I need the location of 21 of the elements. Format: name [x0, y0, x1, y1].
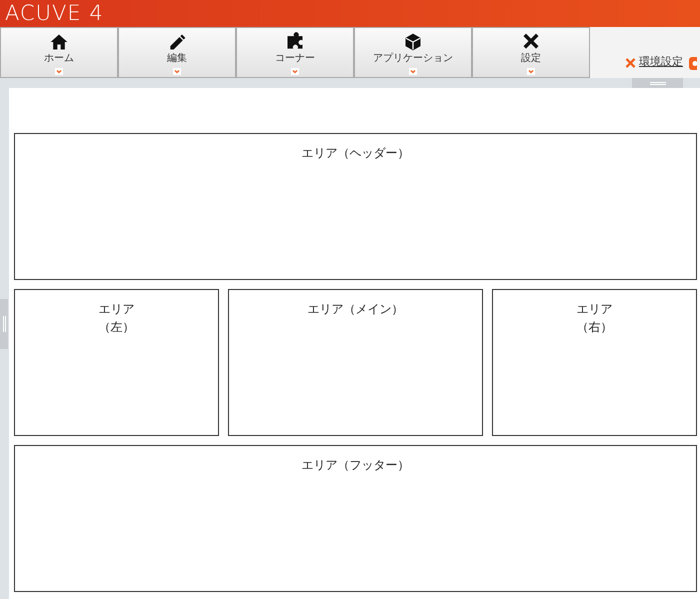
toolbar-button[interactable]: コーナー: [236, 27, 354, 78]
toolbar-button[interactable]: ホーム: [0, 27, 118, 78]
area-label: エリア（右）: [576, 301, 614, 336]
caret-icon: [55, 68, 63, 75]
home-icon: [49, 32, 69, 52]
caret-icon: [527, 68, 535, 75]
resize-handle[interactable]: [632, 78, 683, 88]
toolbar-button[interactable]: 設定: [472, 27, 590, 78]
area-label: エリア（フッター）: [302, 457, 410, 474]
toolbar-button[interactable]: 編集: [118, 27, 236, 78]
toolbar-button[interactable]: アプリケーション: [354, 27, 472, 78]
caret-icon: [291, 68, 299, 75]
area-label: エリア（左）: [98, 301, 136, 336]
area-label: エリア（メイン）: [308, 301, 404, 318]
cube-icon: [403, 32, 423, 52]
settings-link[interactable]: 環境設定: [639, 54, 683, 70]
area-label: エリア（ヘッダー）: [302, 145, 410, 162]
caret-icon: [173, 68, 181, 75]
caret-icon: [409, 68, 417, 75]
side-handle[interactable]: [0, 298, 8, 348]
logo: ACUVE 4: [5, 3, 104, 24]
